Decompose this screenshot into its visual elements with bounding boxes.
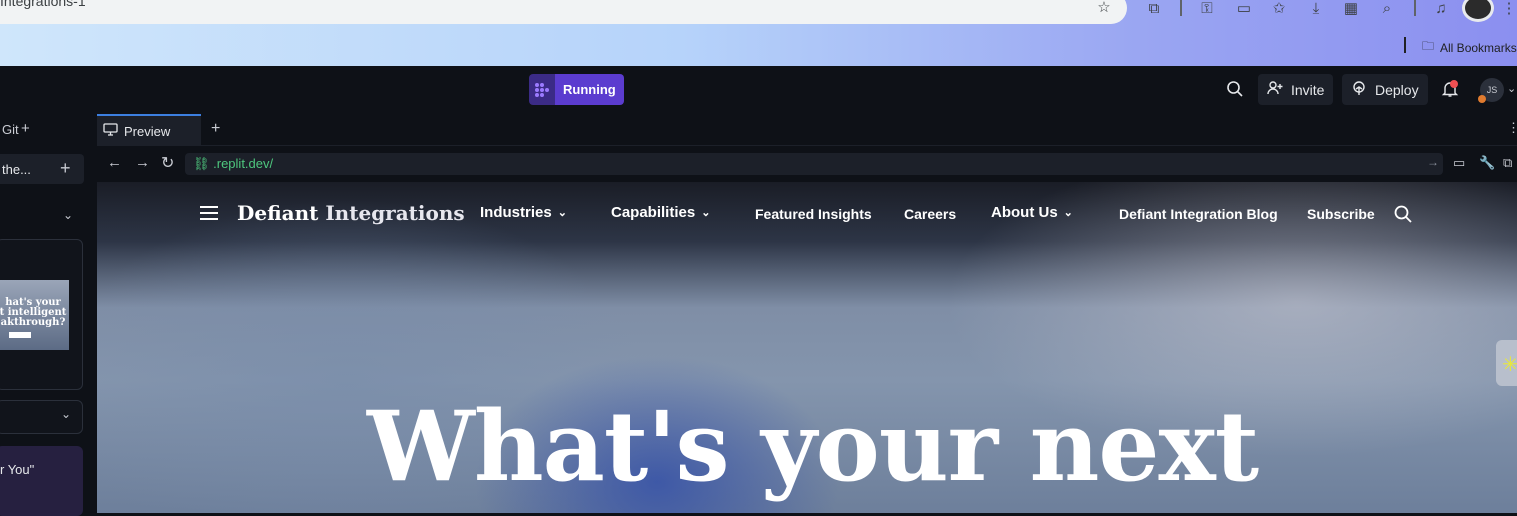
website-preview: Defiant Integrations Industries ⌄ Capabi… — [97, 182, 1517, 513]
add-tab-icon[interactable]: + — [21, 120, 30, 137]
monitor-icon — [103, 123, 118, 139]
brand-part-1: Defiant — [237, 201, 319, 225]
browser-chrome: Integrations-1 ☆ ⧉ ⚿ ▭ ✩ ⤓ ▦ ⌕ ♫ ⋮ 🗀 All… — [0, 0, 1517, 66]
profile-avatar[interactable] — [1462, 0, 1494, 22]
deploy-button[interactable]: Deploy — [1342, 74, 1428, 105]
nav-careers-label: Careers — [904, 206, 957, 222]
preview-thumbnail: hat's your t intelligent akthrough? — [0, 280, 69, 350]
left-list-item[interactable]: the... + — [0, 154, 84, 184]
hero-heading: What's your next — [367, 390, 1259, 503]
chevron-down-icon[interactable]: ⌄ — [61, 407, 71, 421]
add-tab-icon[interactable]: + — [211, 120, 220, 138]
chat-card[interactable]: r You" — [0, 446, 83, 516]
star-list-icon[interactable]: ✩ — [1270, 0, 1288, 18]
site-navbar: Defiant Integrations Industries ⌄ Capabi… — [97, 182, 1517, 246]
address-bar[interactable]: Integrations-1 ☆ — [0, 0, 1127, 24]
plus-icon[interactable]: + — [60, 158, 71, 179]
media-icon[interactable]: ♫ — [1432, 0, 1450, 18]
extensions-icon[interactable]: ⧉ — [1145, 0, 1163, 18]
deploy-icon — [1351, 80, 1367, 99]
left-list-item-label: the... — [2, 162, 31, 177]
nav-capabilities-label: Capabilities — [611, 204, 696, 221]
go-arrow-icon[interactable]: → — [1427, 155, 1439, 169]
run-status-label: Running — [555, 74, 624, 105]
forward-icon[interactable]: → — [135, 154, 150, 171]
chevron-down-icon[interactable]: ⌄ — [1507, 82, 1516, 95]
divider — [1414, 0, 1416, 16]
notification-dot — [1450, 80, 1458, 88]
nav-featured-insights[interactable]: Featured Insights — [755, 206, 872, 222]
nav-subscribe-label: Subscribe — [1307, 206, 1375, 222]
nav-capabilities[interactable]: Capabilities ⌄ — [611, 204, 710, 221]
chevron-down-icon: ⌄ — [1063, 207, 1073, 219]
preview-url-input[interactable]: ⛓ .replit.dev/ — [185, 153, 1443, 175]
lens-icon[interactable]: ⌕ — [1378, 0, 1396, 18]
reload-icon[interactable]: ↻ — [161, 153, 174, 173]
link-icon: ⛓ — [193, 156, 210, 171]
preview-tabs-bar: Preview + ⋮ — [97, 114, 1517, 146]
menu-dots-icon[interactable]: ⋮ — [1500, 0, 1517, 18]
back-icon[interactable]: ← — [107, 154, 122, 171]
all-bookmarks[interactable]: 🗀 All Bookmarks — [1422, 37, 1517, 58]
card-icon[interactable]: ▭ — [1235, 0, 1253, 18]
brand-part-2: Integrations — [325, 201, 465, 225]
nav-subscribe[interactable]: Subscribe — [1307, 206, 1375, 222]
nav-about-us[interactable]: About Us ⌄ — [991, 204, 1073, 221]
site-search-icon[interactable] — [1394, 205, 1412, 228]
deploy-label: Deploy — [1375, 81, 1419, 98]
tab-preview[interactable]: Preview — [97, 114, 201, 146]
wrench-icon[interactable]: 🔧 — [1479, 155, 1495, 171]
tab-title: Integrations-1 — [0, 0, 86, 9]
run-status-button[interactable]: Running — [529, 74, 624, 105]
replit-topbar: Running Invite Deploy JS ⌄ — [0, 66, 1517, 114]
nav-industries[interactable]: Industries ⌄ — [480, 204, 567, 221]
invite-label: Invite — [1291, 81, 1325, 98]
left-panel: Git + the... + ⌄ hat's your t intelligen… — [0, 114, 90, 516]
key-icon[interactable]: ⚿ — [1198, 0, 1216, 18]
url-text: .replit.dev/ — [213, 156, 274, 171]
nav-about-label: About Us — [991, 204, 1058, 221]
git-tab-fragment[interactable]: Git — [2, 122, 19, 137]
bookmark-star-icon[interactable]: ☆ — [1095, 0, 1113, 17]
thumbnail-button — [9, 332, 31, 338]
chevron-down-icon: ⌄ — [557, 207, 567, 219]
add-user-icon — [1267, 80, 1283, 99]
nav-careers[interactable]: Careers — [904, 206, 956, 222]
nav-blog-label: Defiant Integration Blog — [1119, 206, 1278, 222]
divider — [1180, 0, 1182, 16]
chat-card-text: r You" — [0, 462, 35, 477]
all-bookmarks-label: All Bookmarks — [1440, 40, 1517, 55]
nav-featured-label: Featured Insights — [755, 206, 872, 222]
tab-search-icon[interactable]: ▦ — [1342, 0, 1360, 18]
more-icon[interactable]: ⋮ — [1507, 120, 1517, 136]
avatar-badge — [1478, 95, 1486, 103]
invite-button[interactable]: Invite — [1258, 74, 1334, 105]
sparkle-icon: ✳ — [1502, 354, 1517, 376]
chevron-down-icon: ⌄ — [701, 207, 711, 219]
thumbnail-text: hat's your t intelligent akthrough? — [0, 298, 69, 328]
chevron-down-icon[interactable]: ⌄ — [63, 208, 73, 222]
devices-icon[interactable]: ▭ — [1453, 155, 1465, 171]
site-logo[interactable]: Defiant Integrations — [237, 201, 465, 225]
download-icon[interactable]: ⤓ — [1307, 0, 1325, 18]
open-new-tab-icon[interactable]: ⧉ — [1503, 155, 1512, 171]
nav-blog[interactable]: Defiant Integration Blog — [1119, 206, 1278, 222]
divider — [1404, 37, 1406, 53]
side-widget[interactable]: ✳ — [1496, 340, 1517, 386]
hamburger-menu-icon[interactable] — [200, 206, 218, 225]
preview-thumbnail-card[interactable]: hat's your t intelligent akthrough? — [0, 239, 83, 390]
folder-icon: 🗀 — [1422, 39, 1435, 53]
search-icon[interactable] — [1226, 80, 1244, 103]
nav-industries-label: Industries — [480, 204, 552, 221]
tab-preview-label: Preview — [124, 123, 171, 139]
thumb-line-3: akthrough? — [0, 317, 66, 328]
replit-logo-icon — [529, 74, 555, 105]
collapsed-section[interactable]: ⌄ — [0, 400, 83, 434]
preview-url-bar: ← → ↻ ⛓ .replit.dev/ → ▭ 🔧 ⧉ — [97, 147, 1517, 181]
